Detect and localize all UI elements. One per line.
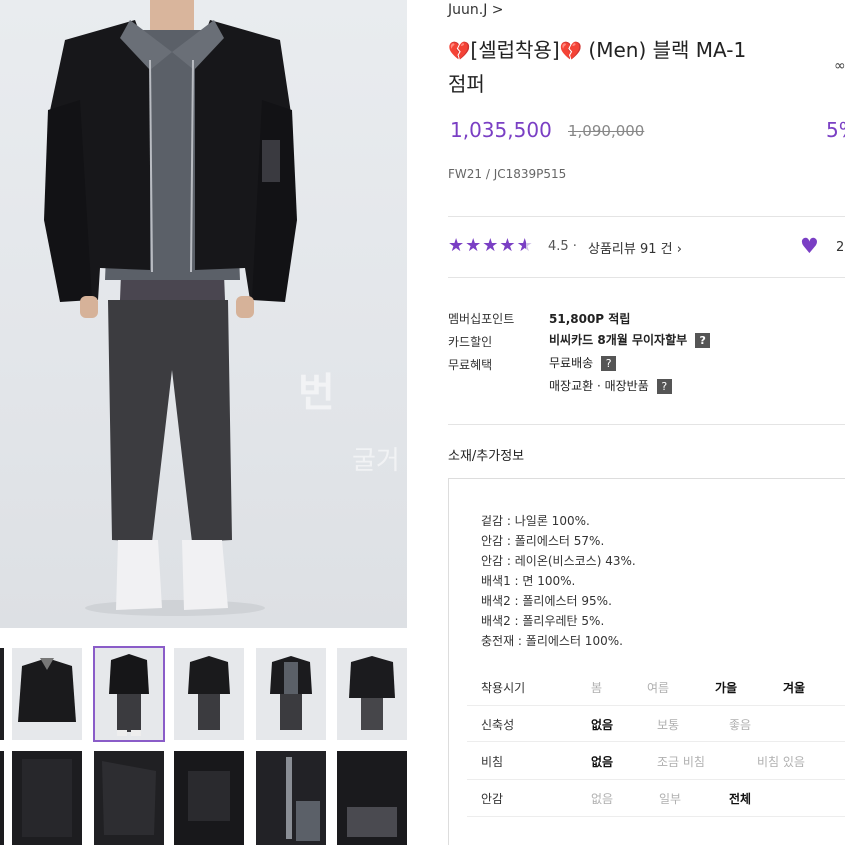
star-full-icon: ★ <box>499 235 516 256</box>
original-price: 1,090,000 <box>568 122 645 140</box>
heart-icon[interactable]: ♥ <box>800 236 819 257</box>
attr-option-normal: 보통 <box>657 718 680 732</box>
thumbnail-12[interactable] <box>337 751 407 845</box>
title-line2: 점퍼 <box>448 72 485 96</box>
thumbnail-11[interactable] <box>256 751 326 845</box>
material-line: 배색2 : 폴리우레탄 5%. <box>481 614 605 628</box>
help-icon[interactable]: ? <box>695 333 711 348</box>
benefit-value-card: 비씨카드 8개월 무이자할부? <box>549 331 711 348</box>
brand-link[interactable]: Juun.J > <box>448 2 504 18</box>
thumbnail-9[interactable] <box>94 751 164 845</box>
thumbnail-4[interactable] <box>174 648 244 740</box>
thumbnail-image <box>286 757 320 841</box>
card-discount-text: 비씨카드 8개월 무이자할부 <box>549 333 688 347</box>
star-half-icon: ★ <box>516 235 533 256</box>
star-full-icon: ★ <box>482 235 499 256</box>
attr-option-winter: 겨울 <box>783 681 806 695</box>
attr-option-none: 없음 <box>591 755 614 769</box>
attr-option-none: 없음 <box>591 718 614 732</box>
thumbnail-5[interactable] <box>256 648 326 740</box>
row-divider <box>467 705 845 706</box>
divider <box>448 216 845 217</box>
attr-option-slightly: 조금 비침 <box>657 755 705 769</box>
row-divider <box>467 816 845 817</box>
attr-option-full: 전체 <box>729 792 752 806</box>
attr-option-spring: 봄 <box>591 681 603 695</box>
benefit-label-membership: 멤버십포인트 <box>448 312 515 326</box>
review-link[interactable]: 상품리뷰 91 건 › <box>588 238 682 257</box>
divider <box>448 424 845 425</box>
thumbnail-image <box>102 761 156 835</box>
attr-option-sheer: 비침 있음 <box>757 755 805 769</box>
attr-option-autumn: 가을 <box>715 681 738 695</box>
watermark-subtext: 굴거 <box>352 446 400 476</box>
row-divider <box>467 741 845 742</box>
benefit-value-membership: 51,800P 적립 <box>549 312 631 326</box>
store-exchange-text: 매장교환 · 매장반품 <box>549 379 649 393</box>
material-line: 안감 : 폴리에스터 57%. <box>481 534 605 548</box>
title-tag: [셀럽착용] <box>470 38 560 62</box>
attr-option-summer: 여름 <box>647 681 670 695</box>
benefit-value-free-shipping: 무료배송? <box>549 354 617 371</box>
thumbnail-image <box>188 771 230 821</box>
star-full-icon: ★ <box>465 235 482 256</box>
material-line: 충전재 : 폴리에스터 100%. <box>481 634 623 648</box>
rating-score: 4.5 · <box>548 239 577 254</box>
attr-label-season: 착용시기 <box>481 681 526 695</box>
benefit-label-card: 카드할인 <box>448 335 493 349</box>
thumbnail-image <box>270 656 312 730</box>
material-line: 배색2 : 폴리에스터 95%. <box>481 594 612 608</box>
product-code: FW21 / JC1839P515 <box>448 167 567 181</box>
watermark-text: 번 <box>298 370 337 416</box>
attr-label-sheer: 비침 <box>481 755 504 769</box>
thumbnail-image <box>109 654 149 736</box>
attr-option-none: 없음 <box>591 792 614 806</box>
attr-option-good: 좋음 <box>729 718 752 732</box>
thumbnail-3-selected[interactable] <box>93 646 165 742</box>
broken-heart-icon: 💔 <box>448 41 471 62</box>
star-full-icon: ★ <box>448 235 465 256</box>
title-main: (Men) 블랙 MA-1 <box>582 38 747 62</box>
free-shipping-text: 무료배송 <box>549 356 594 370</box>
share-icon[interactable]: ∞ <box>834 58 845 74</box>
thumbnail-1[interactable] <box>0 648 4 740</box>
thumbnail-7[interactable] <box>0 751 4 845</box>
benefit-label-free: 무료혜택 <box>448 358 493 372</box>
benefit-value-store-exchange: 매장교환 · 매장반품? <box>549 377 672 394</box>
thumbnail-image <box>349 656 395 730</box>
main-product-image[interactable]: 번 굴거 <box>0 0 407 628</box>
thumbnail-2[interactable] <box>12 648 82 740</box>
attr-label-stretch: 신축성 <box>481 718 515 732</box>
discount-rate: 5% <box>826 118 845 142</box>
material-line: 안감 : 레이온(비스코스) 43%. <box>481 554 636 568</box>
thumbnail-image <box>22 759 72 837</box>
broken-heart-icon: 💔 <box>559 41 583 62</box>
help-icon[interactable]: ? <box>601 356 617 371</box>
section-title-material: 소재/추가정보 <box>448 449 525 464</box>
material-info-box: 겉감 : 나일론 100%. 안감 : 폴리에스터 57%. 안감 : 레이온(… <box>448 478 845 845</box>
thumbnail-10[interactable] <box>174 751 244 845</box>
product-info-panel: Juun.J > 💔[셀럽착용]💔 (Men) 블랙 MA-1 점퍼 ∞ 1,0… <box>448 0 845 845</box>
thumbnail-image <box>18 658 76 722</box>
thumbnail-image <box>188 656 230 730</box>
thumbnail-image <box>347 807 397 837</box>
divider <box>448 277 845 278</box>
attr-label-lining: 안감 <box>481 792 504 806</box>
row-divider <box>467 779 845 780</box>
product-title: 💔[셀럽착용]💔 (Men) 블랙 MA-1 점퍼 <box>448 34 834 101</box>
material-line: 배색1 : 면 100%. <box>481 574 576 588</box>
thumbnail-8[interactable] <box>12 751 82 845</box>
model-photo <box>44 0 297 616</box>
attr-option-partial: 일부 <box>659 792 682 806</box>
thumbnail-6[interactable] <box>337 648 407 740</box>
material-line: 겉감 : 나일론 100%. <box>481 514 590 528</box>
help-icon[interactable]: ? <box>656 379 672 394</box>
rating-stars: ★ ★ ★ ★ ★ <box>448 237 533 255</box>
like-count: 2 <box>836 240 845 255</box>
sale-price: 1,035,500 <box>450 118 552 142</box>
